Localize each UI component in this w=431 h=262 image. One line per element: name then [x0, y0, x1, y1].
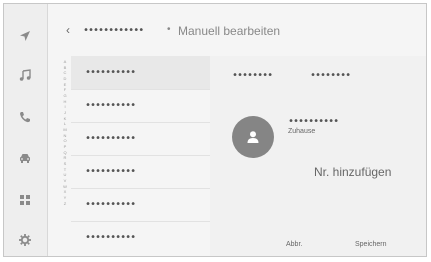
header-bar: ‹ •••••••••••• • Manuell bearbeiten — [48, 4, 426, 56]
alpha-letter[interactable]: D — [64, 77, 67, 81]
navigation-icon — [20, 31, 30, 41]
contacts-list: •••••••••• •••••••••• •••••••••• •••••••… — [71, 56, 210, 252]
detail-tab-1[interactable]: •••••••• — [232, 70, 273, 81]
alpha-letter[interactable]: E — [64, 82, 67, 87]
alpha-letter[interactable]: M — [63, 128, 66, 132]
alpha-letter[interactable]: Q — [63, 150, 66, 155]
person-icon — [247, 131, 259, 143]
nav-apps-button[interactable] — [11, 186, 39, 214]
contact-list-name: •••••••••• — [85, 133, 136, 144]
avatar — [232, 116, 274, 158]
apps-grid-icon — [20, 195, 30, 205]
nav-navigation-button[interactable] — [11, 22, 39, 50]
nav-settings-button[interactable] — [11, 226, 39, 254]
contact-detail-panel: •••••••• •••••••• •••••••••• Zuhause Nr.… — [210, 56, 426, 256]
contact-list-name: •••••••••• — [85, 100, 136, 111]
alpha-letter[interactable]: N — [64, 133, 67, 138]
alpha-letter[interactable]: C — [64, 71, 67, 75]
alpha-letter[interactable]: B — [64, 65, 67, 70]
contact-list-item[interactable]: •••••••••• — [71, 89, 210, 123]
alpha-letter[interactable]: H — [64, 99, 67, 104]
alpha-letter[interactable]: Y — [64, 196, 67, 200]
contact-list-name: •••••••••• — [85, 232, 136, 243]
alpha-letter[interactable]: I — [64, 105, 65, 109]
contact-list-name: •••••••••• — [85, 166, 136, 177]
nav-music-button[interactable] — [11, 61, 39, 89]
page-title: Manuell bearbeiten — [178, 24, 281, 38]
alpha-letter[interactable]: Z — [64, 201, 66, 206]
infotainment-screen: ‹ •••••••••••• • Manuell bearbeiten A B … — [3, 3, 427, 257]
nav-car-button[interactable] — [11, 144, 39, 172]
alpha-letter[interactable]: J — [64, 111, 66, 115]
nav-rail — [4, 4, 48, 256]
alpha-letter[interactable]: S — [64, 162, 67, 166]
alpha-letter[interactable]: P — [64, 145, 67, 149]
phone-icon — [20, 112, 30, 123]
alpha-letter[interactable]: T — [64, 167, 66, 172]
contact-list-item[interactable]: •••••••••• — [71, 122, 210, 156]
alpha-letter[interactable]: O — [63, 139, 66, 143]
alpha-letter[interactable]: F — [64, 88, 66, 92]
back-button[interactable]: ‹ — [63, 23, 73, 37]
alphabet-index[interactable]: A B C D E F G H I J K L M N O P Q R S T … — [61, 60, 69, 206]
contact-list-item[interactable]: •••••••••• — [71, 155, 210, 189]
detail-tab-2[interactable]: •••••••• — [310, 70, 351, 81]
alpha-letter[interactable]: G — [63, 94, 66, 98]
save-button[interactable]: Speichern — [355, 241, 387, 248]
alpha-letter[interactable]: V — [64, 179, 67, 183]
alpha-letter[interactable]: R — [64, 156, 67, 160]
nav-phone-button[interactable] — [11, 103, 39, 131]
add-number-button[interactable]: Nr. hinzufügen — [314, 165, 391, 179]
contact-name-masked: •••••••••••• — [83, 25, 144, 36]
contact-list-item[interactable]: •••••••••• — [71, 188, 210, 222]
detail-contact-name: •••••••••• — [288, 116, 339, 127]
contact-list-item[interactable]: •••••••••• — [71, 221, 210, 254]
contact-list-item[interactable]: •••••••••• — [71, 56, 210, 90]
music-icon — [19, 69, 31, 81]
alpha-letter[interactable]: L — [64, 122, 66, 126]
chevron-left-icon: ‹ — [66, 23, 70, 37]
contact-type-label: Zuhause — [288, 128, 316, 135]
alpha-letter[interactable]: K — [64, 116, 67, 121]
alpha-letter[interactable]: U — [64, 173, 67, 177]
alpha-letter[interactable]: W — [63, 184, 67, 189]
car-icon — [20, 154, 30, 163]
header-separator: • — [167, 24, 171, 35]
alpha-letter[interactable]: A — [64, 60, 67, 64]
contact-list-name: •••••••••• — [85, 199, 136, 210]
cancel-button[interactable]: Abbr. — [286, 241, 302, 248]
alpha-letter[interactable]: X — [64, 190, 67, 194]
contact-list-name: •••••••••• — [85, 67, 136, 78]
settings-gear-icon — [19, 234, 31, 246]
